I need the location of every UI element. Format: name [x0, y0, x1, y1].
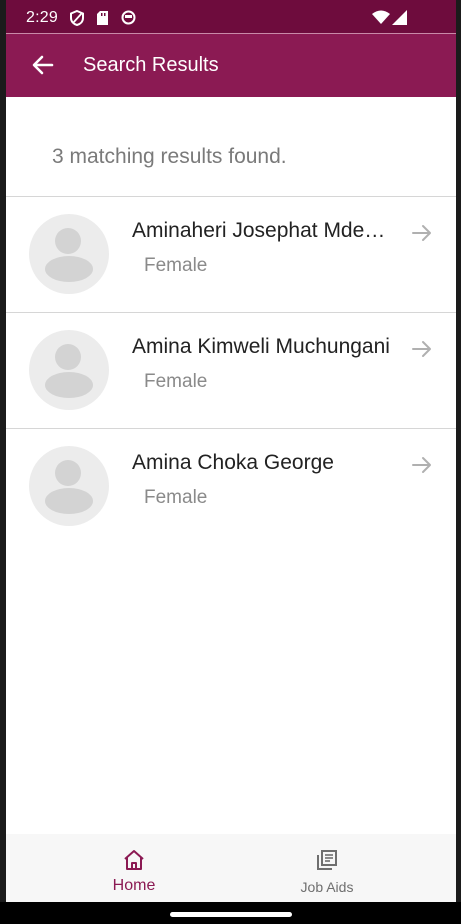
result-count-text: 3 matching results found. [52, 145, 287, 168]
bottom-navigation: Home Job Aids [6, 834, 456, 902]
result-gender: Female [144, 487, 208, 508]
shield-icon [70, 10, 84, 26]
page-title: Search Results [83, 54, 219, 76]
face-icon [121, 10, 136, 25]
result-row[interactable]: Amina Kimweli Muchungani Female [6, 313, 456, 428]
arrow-forward-icon[interactable] [410, 453, 434, 477]
wifi-icon [372, 10, 390, 24]
status-time: 2:29 [26, 9, 58, 26]
back-button[interactable] [28, 50, 58, 80]
arrow-forward-icon[interactable] [410, 337, 434, 361]
result-name: Aminaheri Josephat Mdemu [132, 219, 392, 242]
result-name: Amina Choka George [132, 451, 334, 474]
result-name: Amina Kimweli Muchungani [132, 335, 390, 358]
app-screen: 2:29 Search Results 3 matching results f… [6, 0, 456, 924]
nav-home-label: Home [112, 877, 156, 894]
result-gender: Female [144, 371, 208, 392]
signal-icon [392, 10, 407, 25]
status-bar: 2:29 [6, 0, 456, 34]
avatar [29, 330, 109, 410]
app-bar: Search Results [6, 34, 456, 97]
home-gesture-handle[interactable] [170, 912, 292, 917]
nav-home[interactable]: Home [74, 834, 194, 902]
result-row[interactable]: Aminaheri Josephat Mdemu Female [6, 197, 456, 312]
home-icon [124, 850, 144, 870]
avatar [29, 214, 109, 294]
library-books-icon [317, 850, 337, 870]
nav-job-aids-label: Job Aids [300, 879, 354, 895]
avatar [29, 446, 109, 526]
result-gender: Female [144, 255, 208, 276]
nav-job-aids[interactable]: Job Aids [267, 834, 387, 902]
result-row[interactable]: Amina Choka George Female [6, 429, 456, 544]
sd-card-icon [97, 11, 108, 25]
arrow-forward-icon[interactable] [410, 221, 434, 245]
